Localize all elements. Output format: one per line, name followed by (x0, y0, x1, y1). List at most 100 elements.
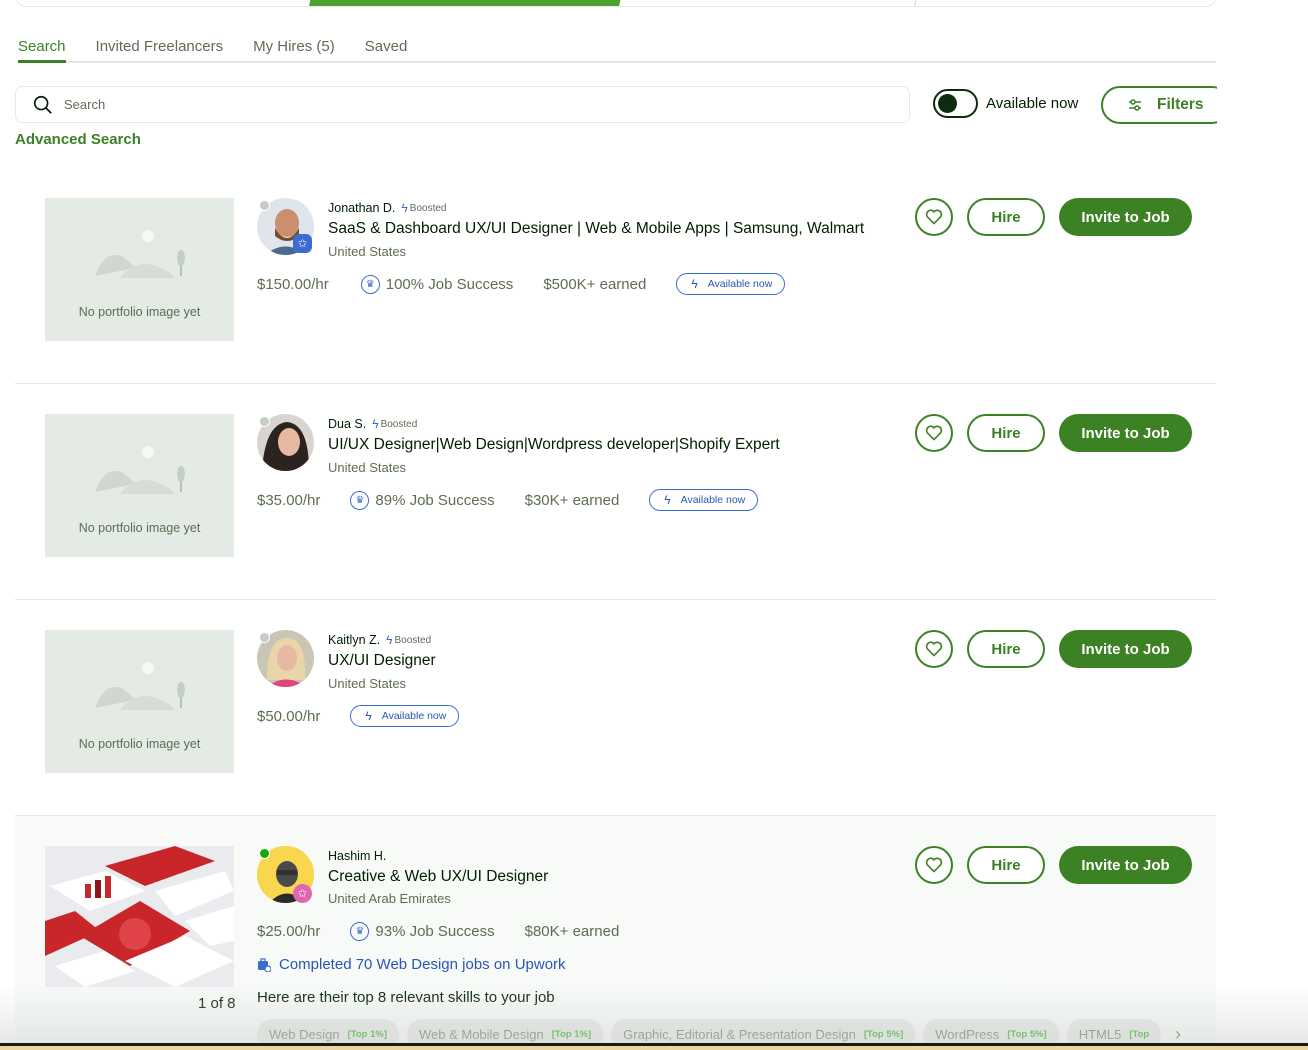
heart-icon (925, 857, 943, 873)
available-now-toggle-group: Available now (933, 89, 1078, 118)
available-now-badge-label: Available now (381, 710, 447, 722)
freelancer-country: United States (328, 244, 407, 259)
invite-to-job-button[interactable]: Invite to Job (1059, 846, 1192, 884)
bolt-icon: ϟ (664, 493, 671, 507)
skill-tier: [Top 1%] (347, 1029, 387, 1040)
sliders-icon (1129, 99, 1141, 111)
window-bottom-edge (0, 1043, 1308, 1050)
freelancer-card[interactable]: No portfolio image yet Kaitlyn Z. ϟ Boost… (15, 600, 1216, 816)
step-divider (913, 0, 922, 6)
invite-to-job-button[interactable]: Invite to Job (1059, 414, 1192, 452)
portfolio-image[interactable] (45, 846, 234, 987)
freelancer-name[interactable]: Hashim H. (328, 849, 386, 863)
hire-button[interactable]: Hire (967, 414, 1045, 452)
search-input[interactable] (64, 97, 864, 112)
hire-button[interactable]: Hire (967, 198, 1045, 236)
bolt-icon: ϟ (691, 277, 698, 291)
available-now-badge: ϟ Available now (649, 489, 759, 511)
freelancer-name[interactable]: Kaitlyn Z. (328, 633, 380, 647)
freelancer-headline[interactable]: UI/UX Designer|Web Design|Wordpress deve… (328, 436, 780, 454)
save-heart-button[interactable] (915, 414, 953, 452)
progress-steps-bar (16, 0, 1216, 7)
boosted-label: Boosted (394, 634, 432, 646)
portfolio-placeholder-caption: No portfolio image yet (78, 737, 201, 751)
online-status-dot (259, 848, 270, 859)
available-now-badge: ϟ Available now (676, 273, 786, 295)
card-actions: Hire Invite to Job (915, 198, 1192, 236)
landscape-placeholder-icon (95, 446, 185, 494)
save-heart-button[interactable] (915, 630, 953, 668)
offline-status-dot (259, 200, 270, 211)
tab-search[interactable]: Search (18, 38, 66, 63)
offline-status-dot (259, 416, 270, 427)
skill-tier: [Top 5%] (1007, 1029, 1047, 1040)
name-row: Kaitlyn Z. ϟ Boosted (328, 633, 431, 647)
completed-jobs-text: Completed 70 Web Design jobs on Upwork (279, 956, 566, 973)
freelancer-country: United States (328, 676, 407, 691)
rising-talent-badge-icon: ✩ (293, 884, 312, 903)
available-now-badge-label: Available now (680, 494, 746, 506)
freelancer-headline[interactable]: Creative & Web UX/UI Designer (328, 868, 548, 886)
available-now-label: Available now (986, 95, 1079, 112)
job-success: ♛ 93% Job Success (350, 922, 495, 941)
portfolio-placeholder-caption: No portfolio image yet (78, 521, 201, 535)
save-heart-button[interactable] (915, 198, 953, 236)
skills-intro: Here are their top 8 relevant skills to … (257, 989, 555, 1006)
tab-invited-freelancers[interactable]: Invited Freelancers (96, 38, 224, 61)
freelancer-name[interactable]: Dua S. (328, 417, 366, 431)
portfolio-counter: 1 of 8 (198, 995, 236, 1012)
crown-badge-icon: ♛ (350, 490, 370, 510)
filters-button[interactable]: Filters (1101, 86, 1231, 124)
freelancer-card[interactable]: 1 of 8 ✩ Hashim H. Creative & Web UX/UI … (15, 816, 1216, 1050)
boosted-badge: ϟ Boosted (386, 633, 431, 647)
freelancer-country: United States (328, 460, 407, 475)
heart-icon (925, 641, 943, 657)
job-success-label: 100% Job Success (385, 275, 514, 293)
freelancer-card[interactable]: No portfolio image yet ✩ Jonathan D. ϟ Bo… (15, 165, 1216, 384)
tab-saved[interactable]: Saved (365, 38, 408, 61)
available-now-toggle[interactable] (933, 89, 978, 118)
bolt-icon: ϟ (386, 633, 393, 647)
freelancer-headline[interactable]: UX/UI Designer (328, 652, 436, 670)
heart-icon (925, 209, 943, 225)
freelancer-card[interactable]: No portfolio image yet Dua S. ϟ Boosted U… (15, 384, 1216, 600)
freelancer-stats: $50.00/hr ϟ Available now (257, 705, 460, 727)
hourly-rate: $35.00/hr (257, 491, 321, 509)
available-now-badge-label: Available now (707, 278, 773, 290)
total-earned: $30K+ earned (524, 491, 620, 509)
hire-button[interactable]: Hire (967, 630, 1045, 668)
right-margin (1217, 0, 1308, 1050)
hire-button[interactable]: Hire (967, 846, 1045, 884)
card-actions: Hire Invite to Job (915, 630, 1192, 668)
briefcase-check-icon (258, 957, 271, 972)
freelancer-headline[interactable]: SaaS & Dashboard UX/UI Designer | Web & … (328, 220, 864, 238)
job-success: ♛ 89% Job Success (350, 490, 495, 510)
toggle-knob (938, 94, 957, 113)
card-actions: Hire Invite to Job (915, 414, 1192, 452)
invite-to-job-button[interactable]: Invite to Job (1059, 198, 1192, 236)
skill-name: HTML5 (1078, 1027, 1122, 1042)
heart-icon (925, 425, 943, 441)
skill-name: Web & Mobile Design (418, 1027, 544, 1042)
boosted-label: Boosted (380, 418, 418, 430)
search-box (15, 86, 910, 123)
search-icon (33, 95, 52, 114)
skill-name: WordPress (935, 1027, 1000, 1042)
skill-tier: [Top (1129, 1029, 1150, 1040)
advanced-search-link[interactable]: Advanced Search (15, 131, 141, 148)
available-now-badge: ϟ Available now (350, 705, 460, 727)
job-success-label: 89% Job Success (375, 491, 495, 509)
tab-my-hires[interactable]: My Hires (5) (253, 38, 335, 61)
freelancer-name[interactable]: Jonathan D. (328, 201, 395, 215)
freelancer-stats: $150.00/hr ♛ 100% Job Success $500K+ earn… (257, 273, 786, 295)
name-row: Dua S. ϟ Boosted (328, 417, 417, 431)
tab-bar: Search Invited Freelancers My Hires (5) … (18, 38, 1216, 63)
save-heart-button[interactable] (915, 846, 953, 884)
hourly-rate: $50.00/hr (257, 707, 321, 725)
freelancer-country: United Arab Emirates (328, 891, 451, 906)
freelancer-stats: $25.00/hr ♛ 93% Job Success $80K+ earned (257, 922, 649, 941)
hourly-rate: $150.00/hr (257, 275, 329, 293)
freelancer-stats: $35.00/hr ♛ 89% Job Success $30K+ earned … (257, 489, 759, 511)
invite-to-job-button[interactable]: Invite to Job (1059, 630, 1192, 668)
skill-tier: [Top 5%] (863, 1029, 904, 1040)
